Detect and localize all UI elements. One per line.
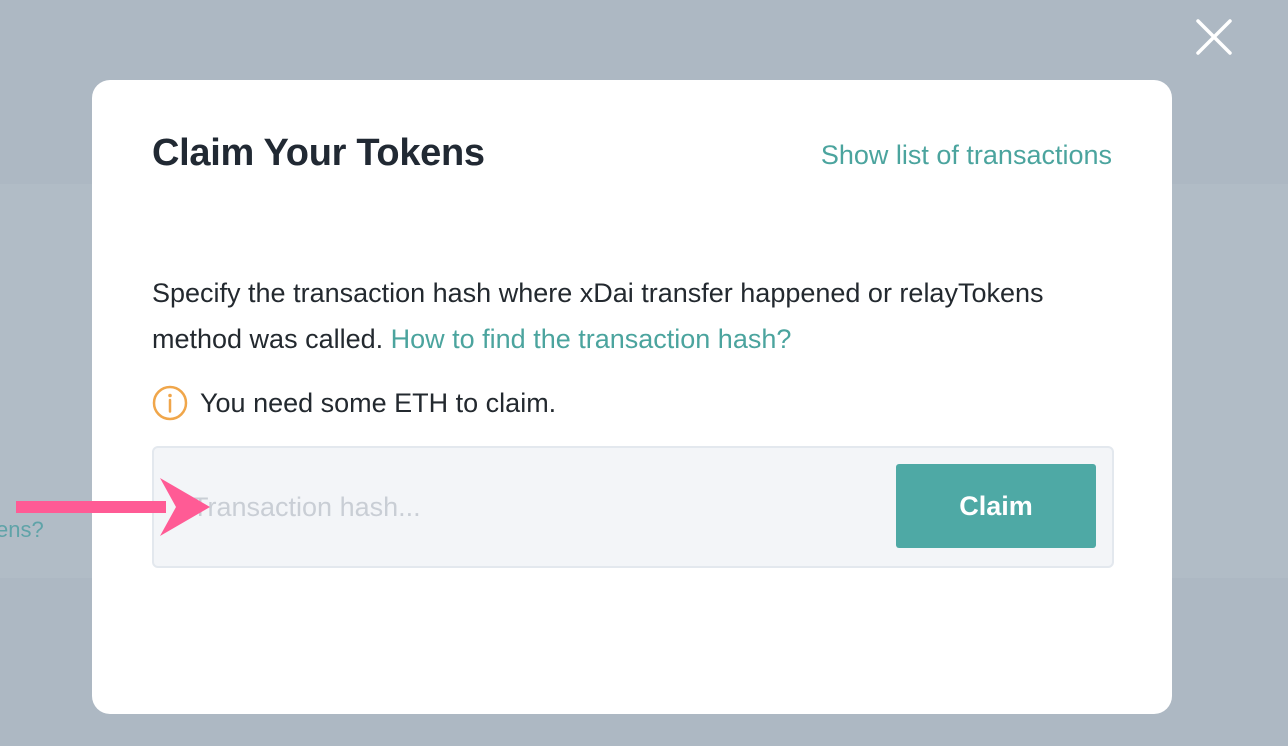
claim-tokens-modal: Claim Your Tokens Show list of transacti… — [92, 80, 1172, 714]
eth-notice: You need some ETH to claim. — [152, 384, 556, 422]
modal-description: Specify the transaction hash where xDai … — [152, 270, 1122, 362]
claim-button[interactable]: Claim — [896, 464, 1096, 548]
find-hash-link[interactable]: How to find the transaction hash? — [391, 324, 792, 354]
transaction-form: Claim — [152, 446, 1114, 568]
transaction-hash-input[interactable] — [192, 484, 872, 530]
close-button[interactable] — [1192, 15, 1236, 59]
show-transactions-link[interactable]: Show list of transactions — [821, 140, 1112, 171]
annotation-arrow — [14, 474, 214, 540]
notice-text: You need some ETH to claim. — [200, 387, 557, 418]
info-icon — [152, 385, 188, 421]
modal-title: Claim Your Tokens — [152, 132, 485, 174]
arrow-right-icon — [16, 478, 210, 536]
close-icon — [1196, 19, 1232, 55]
